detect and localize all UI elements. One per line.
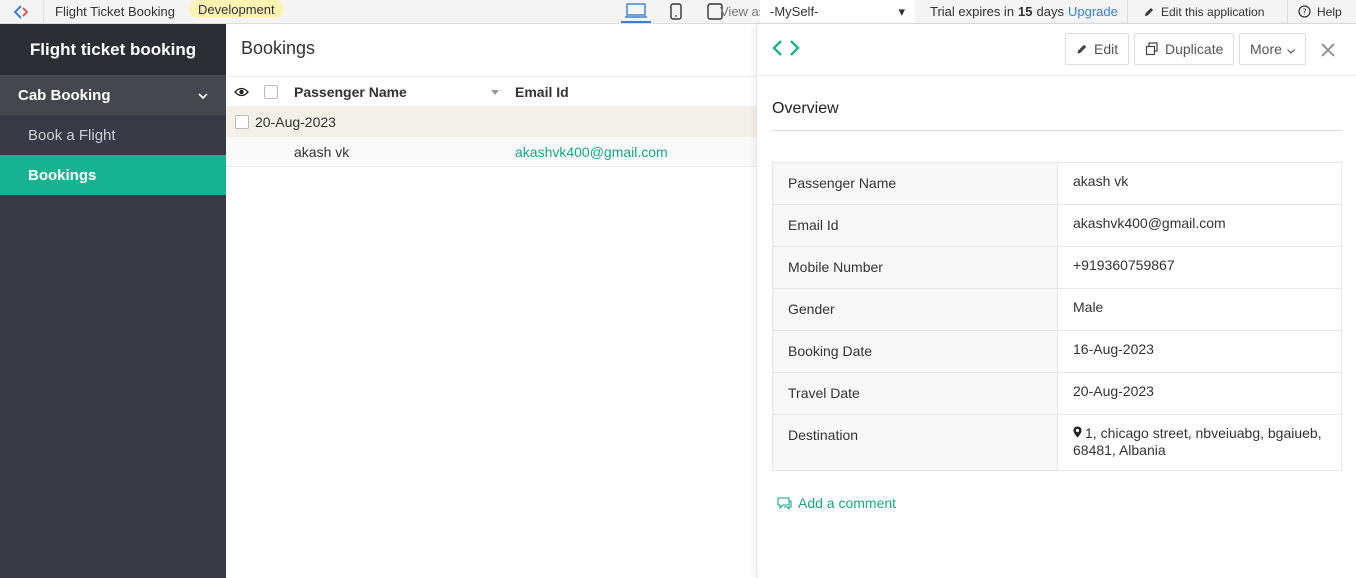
field-label: Booking Date [772, 330, 1058, 373]
add-comment-link[interactable]: Add a comment [777, 495, 896, 511]
field-label: Passenger Name [772, 162, 1058, 205]
copy-icon [1145, 42, 1159, 56]
sidebar: Flight ticket booking Cab Booking Book a… [0, 24, 226, 578]
svg-text:?: ? [1302, 8, 1306, 17]
field-value: akash vk [1057, 162, 1342, 205]
top-bar: Flight Ticket Booking Development View a… [0, 0, 1356, 24]
group-row: 20-Aug-2023 [226, 107, 756, 137]
eye-icon[interactable] [234, 77, 249, 107]
duplicate-button[interactable]: Duplicate [1134, 33, 1235, 65]
sidebar-item-bookings[interactable]: Bookings [0, 155, 226, 195]
field-value: 20-Aug-2023 [1057, 372, 1342, 415]
more-label: More [1250, 41, 1282, 57]
add-comment-label: Add a comment [798, 495, 897, 511]
edit-label: Edit [1094, 41, 1119, 57]
sidebar-item-book-a-flight[interactable]: Book a Flight [0, 115, 226, 155]
detail-row: Destination 1, chicago street, nbveiuabg… [772, 414, 1342, 471]
app-logo-icon[interactable] [0, 0, 44, 23]
group-label: 20-Aug-2023 [255, 114, 336, 130]
destination-text: 1, chicago street, nbveiuabg, bgaiueb, 6… [1073, 425, 1322, 458]
edit-application-label: Edit this application [1161, 4, 1265, 19]
sidebar-section-label: Cab Booking [18, 86, 111, 104]
cell-passenger-name: akash vk [294, 144, 350, 160]
field-label: Destination [772, 414, 1058, 471]
mobile-view-icon[interactable] [661, 0, 691, 23]
chevron-down-icon [198, 87, 208, 104]
pencil-icon [1076, 43, 1088, 55]
panel-header: Edit Duplicate More [757, 24, 1356, 76]
list-header: Passenger Name Email Id [226, 76, 756, 107]
edit-button[interactable]: Edit [1065, 33, 1130, 65]
view-as-select[interactable]: -MySelf- ▾ [760, 0, 915, 23]
detail-row: Travel Date 20-Aug-2023 [772, 372, 1342, 415]
view-as-value: -MySelf- [770, 4, 819, 19]
app-name[interactable]: Flight Ticket Booking [55, 0, 175, 23]
field-label: Mobile Number [772, 246, 1058, 289]
detail-row: Mobile Number +919360759867 [772, 246, 1342, 289]
detail-table: Passenger Name akash vk Email Id akashvk… [772, 162, 1342, 471]
field-label: Email Id [772, 204, 1058, 247]
field-value-destination[interactable]: 1, chicago street, nbveiuabg, bgaiueb, 6… [1057, 414, 1342, 471]
detail-row: Passenger Name akash vk [772, 162, 1342, 205]
field-label: Travel Date [772, 372, 1058, 415]
group-checkbox[interactable] [235, 115, 249, 129]
field-value: Male [1057, 288, 1342, 331]
trial-notice: Trial expires in 15 days Upgrade [930, 0, 1118, 23]
trial-unit: days [1036, 4, 1064, 19]
chevron-down-icon [1286, 41, 1295, 57]
field-value: 16-Aug-2023 [1057, 330, 1342, 373]
record-detail-panel: Edit Duplicate More Overview Passenger N… [756, 24, 1356, 578]
select-all-checkbox[interactable] [264, 77, 278, 107]
sidebar-title: Flight ticket booking [0, 24, 226, 75]
column-header-email-id[interactable]: Email Id [515, 77, 569, 107]
code-icon[interactable] [772, 38, 800, 63]
upgrade-link[interactable]: Upgrade [1068, 4, 1118, 19]
trial-text: Trial expires in [930, 4, 1015, 19]
comment-icon [777, 496, 792, 510]
sort-caret-icon[interactable] [491, 77, 499, 107]
sidebar-section-cab-booking[interactable]: Cab Booking [0, 75, 226, 115]
pencil-icon [1143, 6, 1155, 18]
field-value: +919360759867 [1057, 246, 1342, 289]
desktop-view-icon[interactable] [621, 0, 651, 23]
trial-days: 15 [1018, 4, 1033, 19]
edit-application-button[interactable]: Edit this application [1127, 0, 1287, 23]
duplicate-label: Duplicate [1165, 41, 1224, 57]
bookings-list-view: Bookings Passenger Name Email Id 20-Aug-… [226, 24, 756, 578]
help-label: Help [1317, 4, 1342, 19]
detail-row: Email Id akashvk400@gmail.com [772, 204, 1342, 247]
view-as-label: View as [720, 4, 766, 19]
detail-row: Booking Date 16-Aug-2023 [772, 330, 1342, 373]
page-title: Bookings [241, 38, 316, 58]
field-value-email-link[interactable]: akashvk400@gmail.com [1057, 204, 1342, 247]
field-label: Gender [772, 288, 1058, 331]
overview-heading: Overview [772, 100, 1342, 131]
detail-row: Gender Male [772, 288, 1342, 331]
caret-down-icon: ▾ [898, 3, 905, 19]
help-button[interactable]: ? Help [1287, 0, 1356, 23]
more-button[interactable]: More [1239, 33, 1306, 65]
close-icon[interactable] [1317, 39, 1339, 61]
map-marker-icon [1073, 425, 1082, 442]
table-row[interactable]: akash vk akashvk400@gmail.com [226, 137, 756, 167]
cell-email-id[interactable]: akashvk400@gmail.com [515, 137, 668, 167]
help-icon: ? [1298, 5, 1311, 18]
column-header-passenger-name[interactable]: Passenger Name [294, 77, 407, 107]
environment-badge: Development [189, 0, 284, 18]
